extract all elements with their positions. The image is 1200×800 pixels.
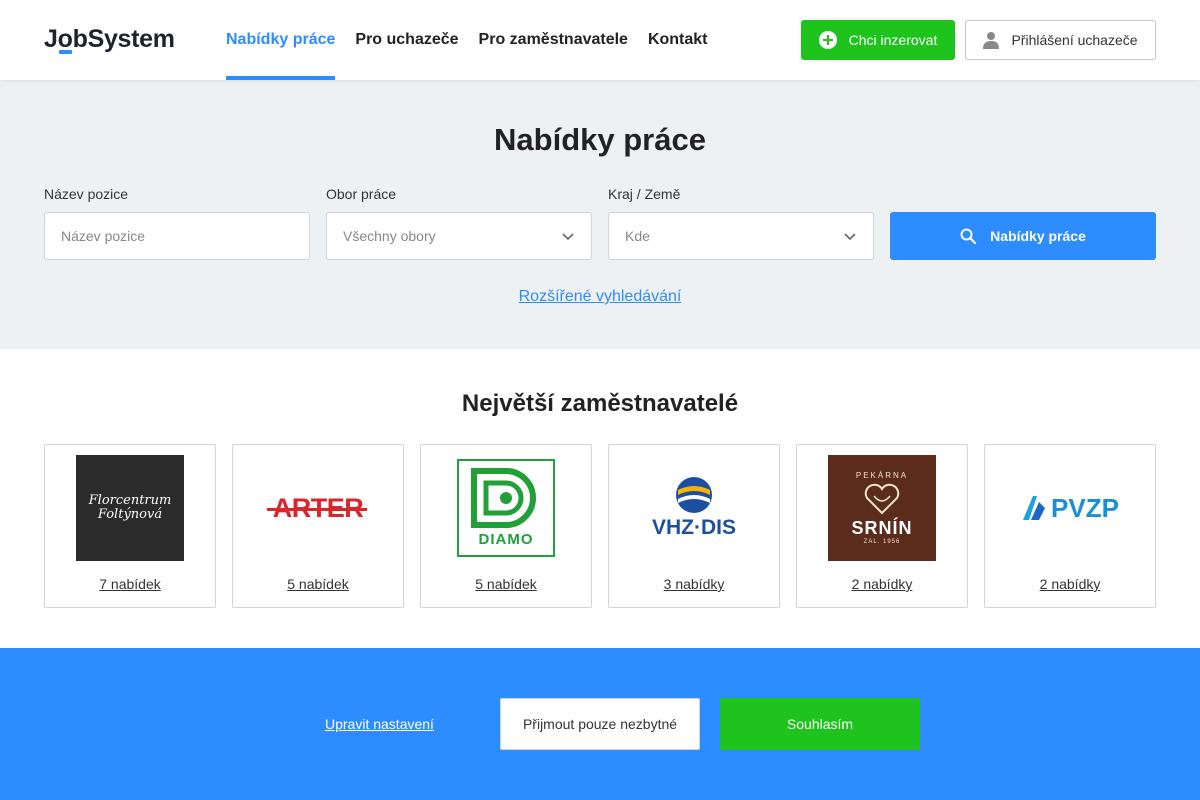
srnin-logo-text: SRNÍN [851,518,913,538]
diamo-logo: DIAMO [457,459,555,557]
employer-card-diamo[interactable]: DIAMO 5 nabídek [420,444,592,608]
employer-card-srnin[interactable]: PEKÁRNA SRNÍN ZAL. 1956 2 nabídky [796,444,968,608]
diamo-d-mark [471,468,536,528]
employer-offer-count[interactable]: 5 nabídek [421,576,591,592]
employer-card-florcentrum[interactable]: Florcentrum Foltýnová 7 nabídek [44,444,216,608]
site-header: J o bSystem Nabídky práce Pro uchazeče P… [0,0,1200,80]
position-label: Název pozice [44,186,129,202]
employer-offer-count[interactable]: 3 nabídky [609,576,779,592]
employer-card-vhz-dis[interactable]: VHZ·DIS 3 nabídky [608,444,780,608]
advertise-button[interactable]: Chci inzerovat [801,20,955,60]
srnin-logo-sub: ZAL. 1956 [863,539,901,545]
chevron-down-icon [844,233,856,241]
pvzp-logo-text: PVZP [1051,492,1119,523]
employer-offer-count[interactable]: 7 nabídek [45,576,215,592]
employer-card-arter[interactable]: ARTER 5 nabídek [232,444,404,608]
pvzp-logo: PVZP [1005,455,1135,561]
srnin-logo: PEKÁRNA SRNÍN ZAL. 1956 [828,455,936,561]
advanced-search-wrapper: Rozšířené vyhledávání [0,288,1200,306]
srnin-logo-top: PEKÁRNA [855,471,909,480]
logo-text-end: bSystem [72,24,175,53]
diamo-logo-text: DIAMO [478,531,534,548]
nav-item-contact[interactable]: Kontakt [648,0,708,80]
florcentrum-logo-line1: Florcentrum [88,493,172,508]
field-of-work-label: Obor práce [326,186,397,202]
main-nav: Nabídky práce Pro uchazeče Pro zaměstnav… [226,0,728,80]
search-button-label: Nabídky práce [990,228,1086,244]
user-icon [983,32,1000,49]
field-of-work-select[interactable]: Všechny obory [326,212,592,260]
arter-logo: ARTER [253,455,383,561]
region-value: Kde [625,228,650,244]
vhz-dis-logo-text: VHZ·DIS [652,516,736,539]
florcentrum-logo: Florcentrum Foltýnová [76,455,184,561]
position-field[interactable] [44,212,310,260]
plus-circle-icon [818,31,837,49]
jobsystem-logo[interactable]: J o bSystem [44,24,175,54]
employers-title: Největší zaměstnavatelé [461,390,739,417]
search-section: Nabídky práce Název pozice Obor práce Vš… [0,80,1200,349]
arter-logo-stripe [266,507,368,511]
vhz-dis-globe-mark [676,477,712,513]
florcentrum-logo-line2: Foltýnová [97,507,163,522]
vhz-dis-logo: VHZ·DIS [629,455,759,561]
logo-text-start: J [44,24,58,53]
search-icon [960,228,977,244]
logo-underbar [58,49,72,54]
chevron-down-icon [562,233,574,241]
region-label: Kraj / Země [608,186,681,202]
logo-o-mark: o [58,25,73,54]
employer-offer-count[interactable]: 2 nabídky [797,576,967,592]
candidate-login-label: Přihlášení uchazeče [1011,32,1138,48]
accept-necessary-button[interactable]: Přijmout pouze nezbytné [500,698,700,750]
employer-offer-count[interactable]: 5 nabídek [233,576,403,592]
logo-text-o: o [57,24,73,53]
nav-item-for-employers[interactable]: Pro zaměstnavatele [479,0,628,80]
nav-item-job-offers[interactable]: Nabídky práce [226,0,336,80]
position-input[interactable] [61,228,291,244]
cookie-consent-bar: Upravit nastavení Přijmout pouze nezbytn… [0,648,1200,800]
advanced-search-link[interactable]: Rozšířené vyhledávání [519,288,682,305]
candidate-login-button[interactable]: Přihlášení uchazeče [965,20,1156,60]
search-button[interactable]: Nabídky práce [890,212,1156,260]
accept-all-button[interactable]: Souhlasím [720,698,920,750]
employer-card-pvzp[interactable]: PVZP 2 nabídky [984,444,1156,608]
page-title: Nabídky práce [494,122,706,157]
employer-offer-count[interactable]: 2 nabídky [985,576,1155,592]
heart-icon [864,483,900,515]
advertise-button-label: Chci inzerovat [848,32,938,48]
nav-item-for-candidates[interactable]: Pro uchazeče [355,0,458,80]
pvzp-mark [1023,496,1046,520]
cookie-settings-link[interactable]: Upravit nastavení [325,716,434,732]
field-of-work-value: Všechny obory [343,228,436,244]
region-select[interactable]: Kde [608,212,874,260]
